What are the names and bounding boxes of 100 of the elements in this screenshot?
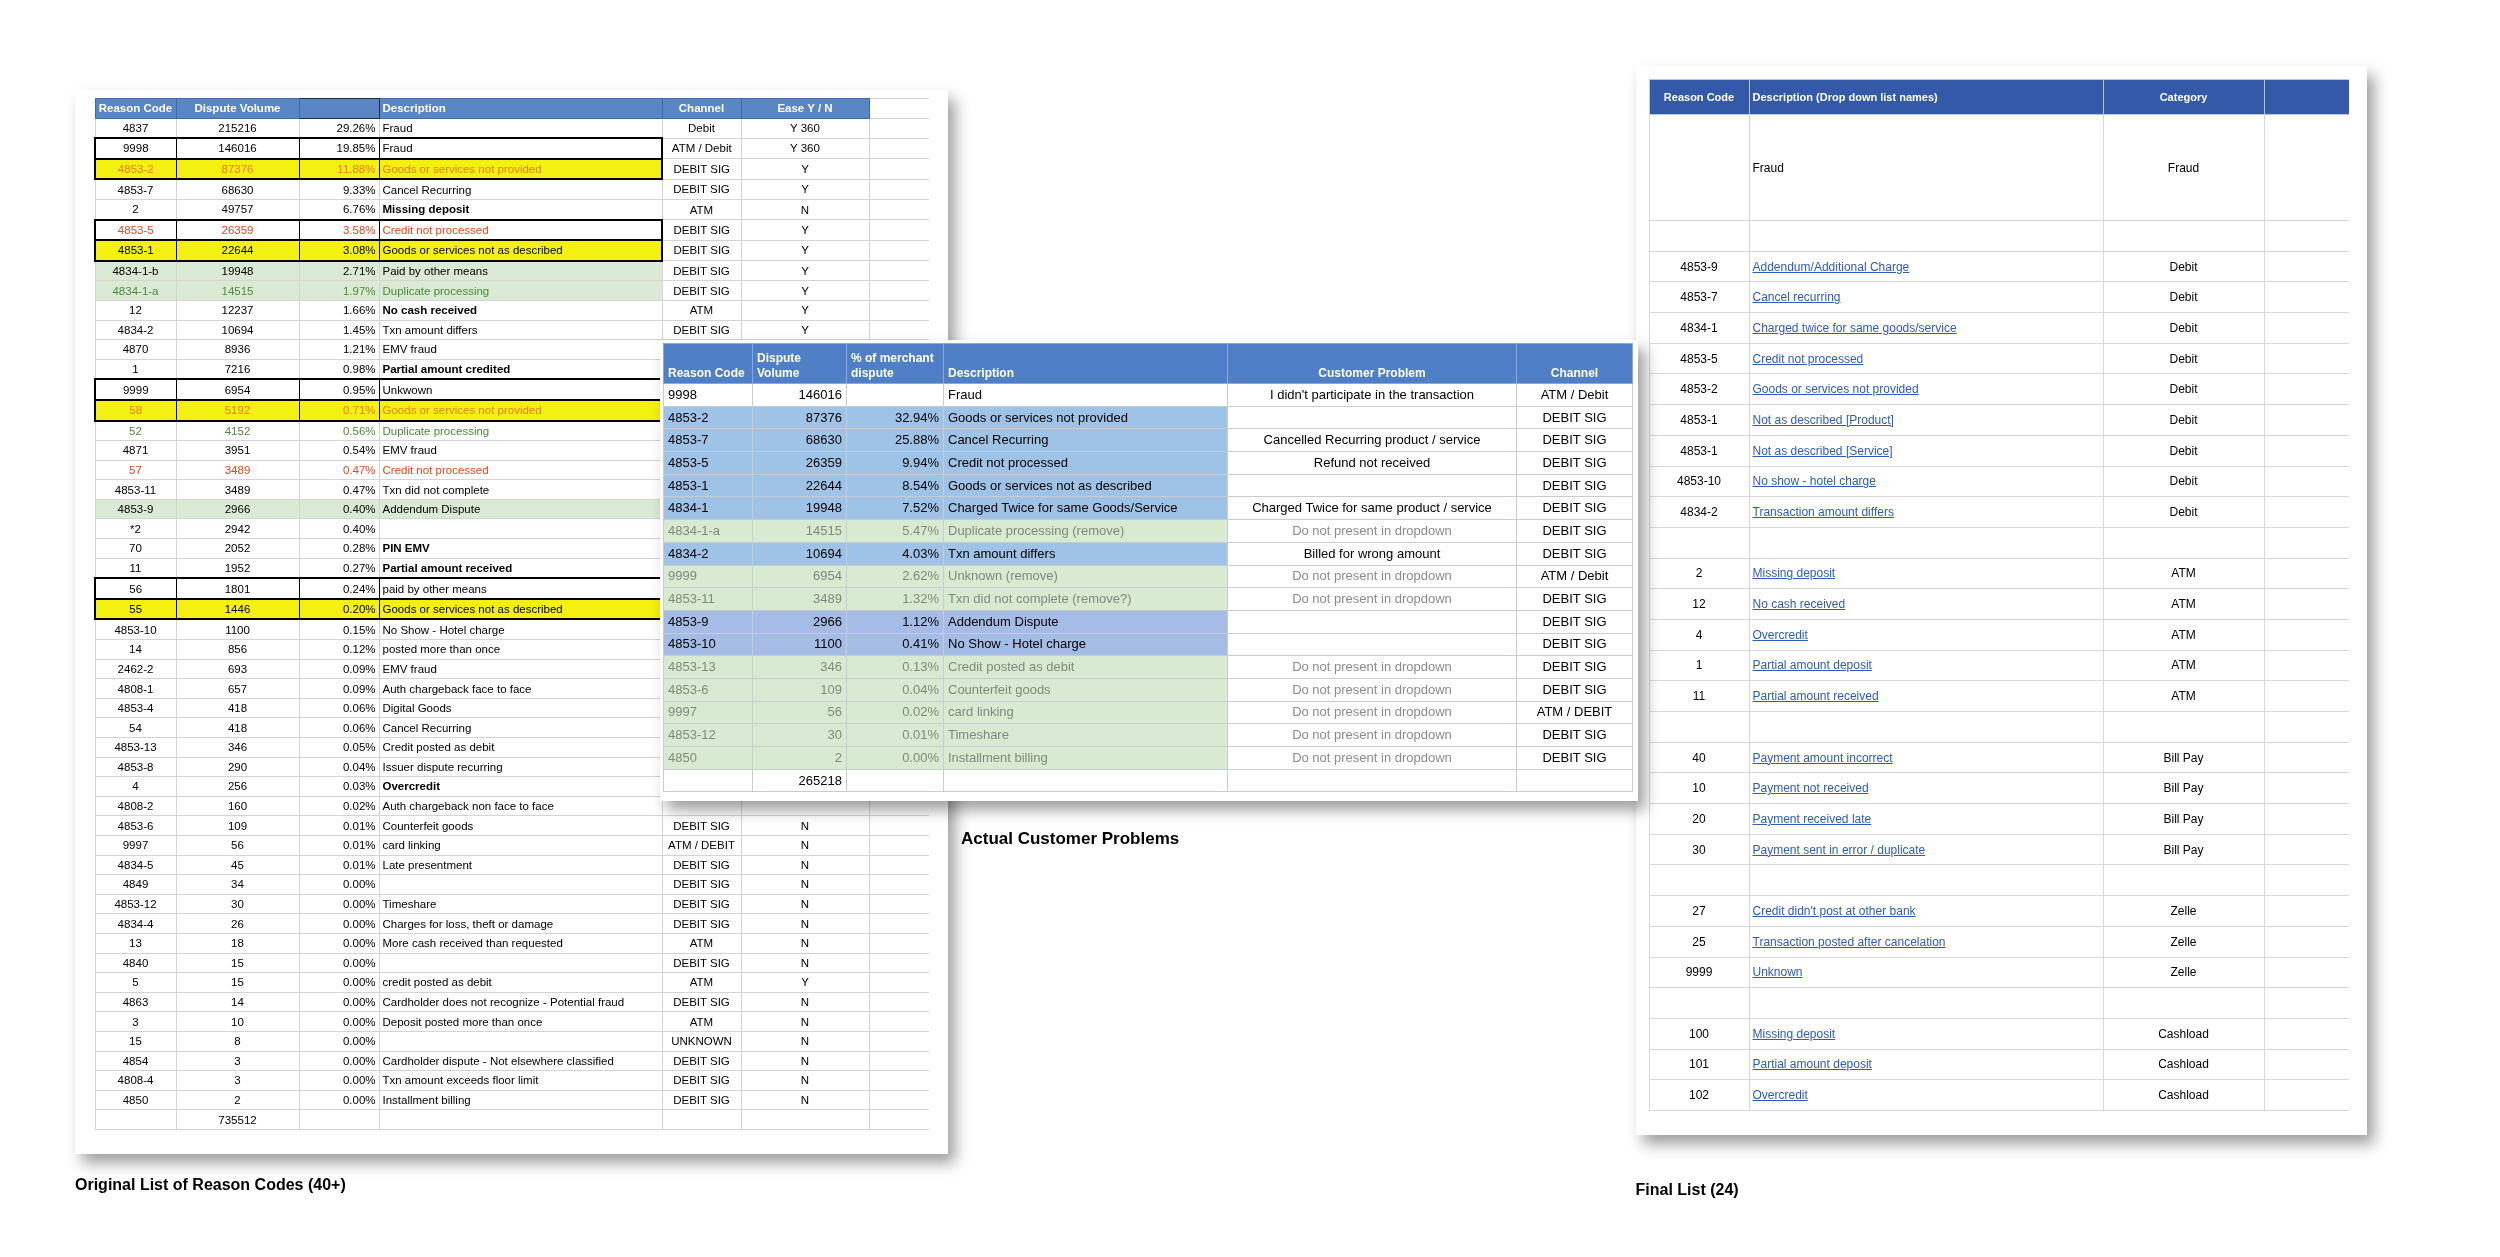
table-cell: N (741, 992, 869, 1012)
link[interactable]: Missing deposit (1752, 566, 1836, 581)
table-cell: DEBIT SIG (662, 874, 741, 895)
table-cell: DEBIT SIG (662, 1070, 741, 1091)
table-cell: 4853-7 (1649, 281, 1749, 313)
table-cell: 4837 (95, 118, 176, 139)
table-cell: ATM (662, 1011, 741, 1032)
table-cell: 30 (176, 894, 299, 914)
link[interactable]: Not as described [Service] (1752, 443, 1893, 458)
table-cell: Duplicate processing (remove) (943, 519, 1228, 543)
table-cell: 4853-1 (1649, 435, 1749, 466)
table-cell: 4834-1 (1649, 312, 1749, 344)
link[interactable]: Overcredit (1752, 627, 1808, 642)
table-cell: 4808-1 (95, 678, 176, 699)
table-cell: N (741, 1011, 869, 1032)
table-cell: Txn amount differs (379, 320, 662, 340)
table-cell: Bill Pay (2103, 772, 2264, 804)
table-cell: Cashload (2103, 1079, 2264, 1111)
table-cell: DEBIT SIG (662, 320, 741, 340)
table-cell: DEBIT SIG (662, 1090, 741, 1110)
table-cell: Do not present in dropdown (1227, 519, 1517, 543)
table-cell: 4863 (95, 992, 176, 1012)
table-cell: Y (741, 219, 869, 241)
table-cell: Goods or services not provided (943, 406, 1228, 429)
link[interactable]: Payment received late (1752, 811, 1872, 826)
table-cell: Fraud (2103, 114, 2264, 221)
link[interactable]: Payment amount incorrect (1752, 750, 1893, 765)
table-cell: 1.21% (299, 339, 379, 360)
link[interactable]: Payment not received (1752, 781, 1869, 796)
table-cell: 0.04% (299, 757, 379, 777)
table-cell: 4853-10 (95, 619, 176, 640)
table-cell: ATM (662, 972, 741, 993)
table-cell: 160 (176, 796, 299, 816)
link[interactable]: Missing deposit (1752, 1026, 1836, 1041)
table-cell: Zelle (2103, 957, 2264, 988)
table-cell: Debit (2103, 373, 2264, 405)
link[interactable]: Credit not processed (1752, 351, 1864, 366)
table-cell: 1 (95, 359, 176, 380)
table-cell: Zelle (2103, 926, 2264, 957)
table-cell: 4834-1-a (663, 519, 753, 543)
table-cell: Cancelled Recurring product / service (1227, 428, 1517, 452)
table-cell: 14 (176, 992, 299, 1012)
link[interactable]: Unknown (1752, 965, 1803, 980)
table-cell: N (741, 1090, 869, 1110)
table-cell: 418 (176, 717, 299, 738)
table-cell: 12 (95, 300, 176, 321)
link[interactable]: No show - hotel charge (1752, 474, 1876, 489)
table-cell: Counterfeit goods (379, 815, 662, 836)
link[interactable]: No cash received (1752, 597, 1846, 612)
link[interactable]: Transaction amount differs (1752, 505, 1894, 520)
table-cell: Do not present in dropdown (1227, 655, 1517, 679)
table-cell: 0.06% (299, 698, 379, 718)
table-cell: 19.85% (299, 138, 379, 159)
table-cell: Goods or services not as described (943, 474, 1228, 497)
link[interactable]: Cancel recurring (1752, 290, 1841, 305)
table-cell: Zelle (2103, 895, 2264, 927)
table-cell: 4 (1649, 619, 1749, 651)
table-cell: No Show - Hotel charge (943, 633, 1228, 656)
table-cell: 4853-13 (663, 655, 753, 679)
table-cell: 4853-7 (95, 179, 176, 200)
table-cell: 4853-5 (95, 219, 176, 241)
table-cell: 4853-10 (663, 633, 753, 656)
table-cell: Credit posted as debit (943, 655, 1228, 679)
link[interactable]: Partial amount deposit (1752, 1057, 1872, 1072)
link[interactable]: Partial amount received (1752, 689, 1879, 704)
link[interactable]: Partial amount deposit (1752, 658, 1872, 673)
table-cell: 30 (1649, 834, 1749, 865)
table-cell: 9997 (663, 701, 753, 724)
table-cell: 4834-2 (1649, 496, 1749, 528)
table-cell: DEBIT SIG (662, 280, 741, 301)
link[interactable]: Overcredit (1752, 1088, 1808, 1103)
table-cell: 0.00% (299, 894, 379, 914)
table-cell: DEBIT SIG (662, 219, 741, 241)
table-cell: Charged Twice for same product / service (1227, 496, 1517, 520)
table-cell: Refund not received (1227, 451, 1517, 475)
table-cell: 4854 (95, 1051, 176, 1071)
table-cell: Credit not processed (379, 219, 662, 241)
table-cell: 0.40% (299, 518, 379, 539)
table-cell: Charged Twice for same Goods/Service (943, 496, 1228, 520)
table-cell: DEBIT SIG (1516, 406, 1633, 429)
link[interactable]: Not as described [Product] (1752, 412, 1894, 427)
table-cell: 2462-2 (95, 659, 176, 679)
column-header: Reason Code (663, 343, 753, 384)
table-cell: 4853-12 (95, 894, 176, 914)
table-cell: DEBIT SIG (1516, 723, 1633, 747)
table-cell: ATM / Debit (1516, 383, 1633, 407)
table-cell: Y 360 (741, 118, 869, 139)
table-cell: 9999 (1649, 957, 1749, 988)
table-cell: Do not present in dropdown (1227, 678, 1517, 702)
table-cell: 8 (176, 1031, 299, 1051)
table-cell: 18 (176, 933, 299, 954)
table-cell: No cash received (379, 300, 662, 321)
table-cell: N (741, 933, 869, 954)
table-cell: 4870 (95, 339, 176, 360)
table-cell: 9999 (95, 379, 176, 400)
table-cell: 11 (1649, 680, 1749, 712)
table-cell: 4 (95, 776, 176, 797)
table-cell: ATM (2103, 650, 2264, 681)
table-cell: 0.00% (299, 972, 379, 993)
table-cell: 0.01% (299, 855, 379, 875)
